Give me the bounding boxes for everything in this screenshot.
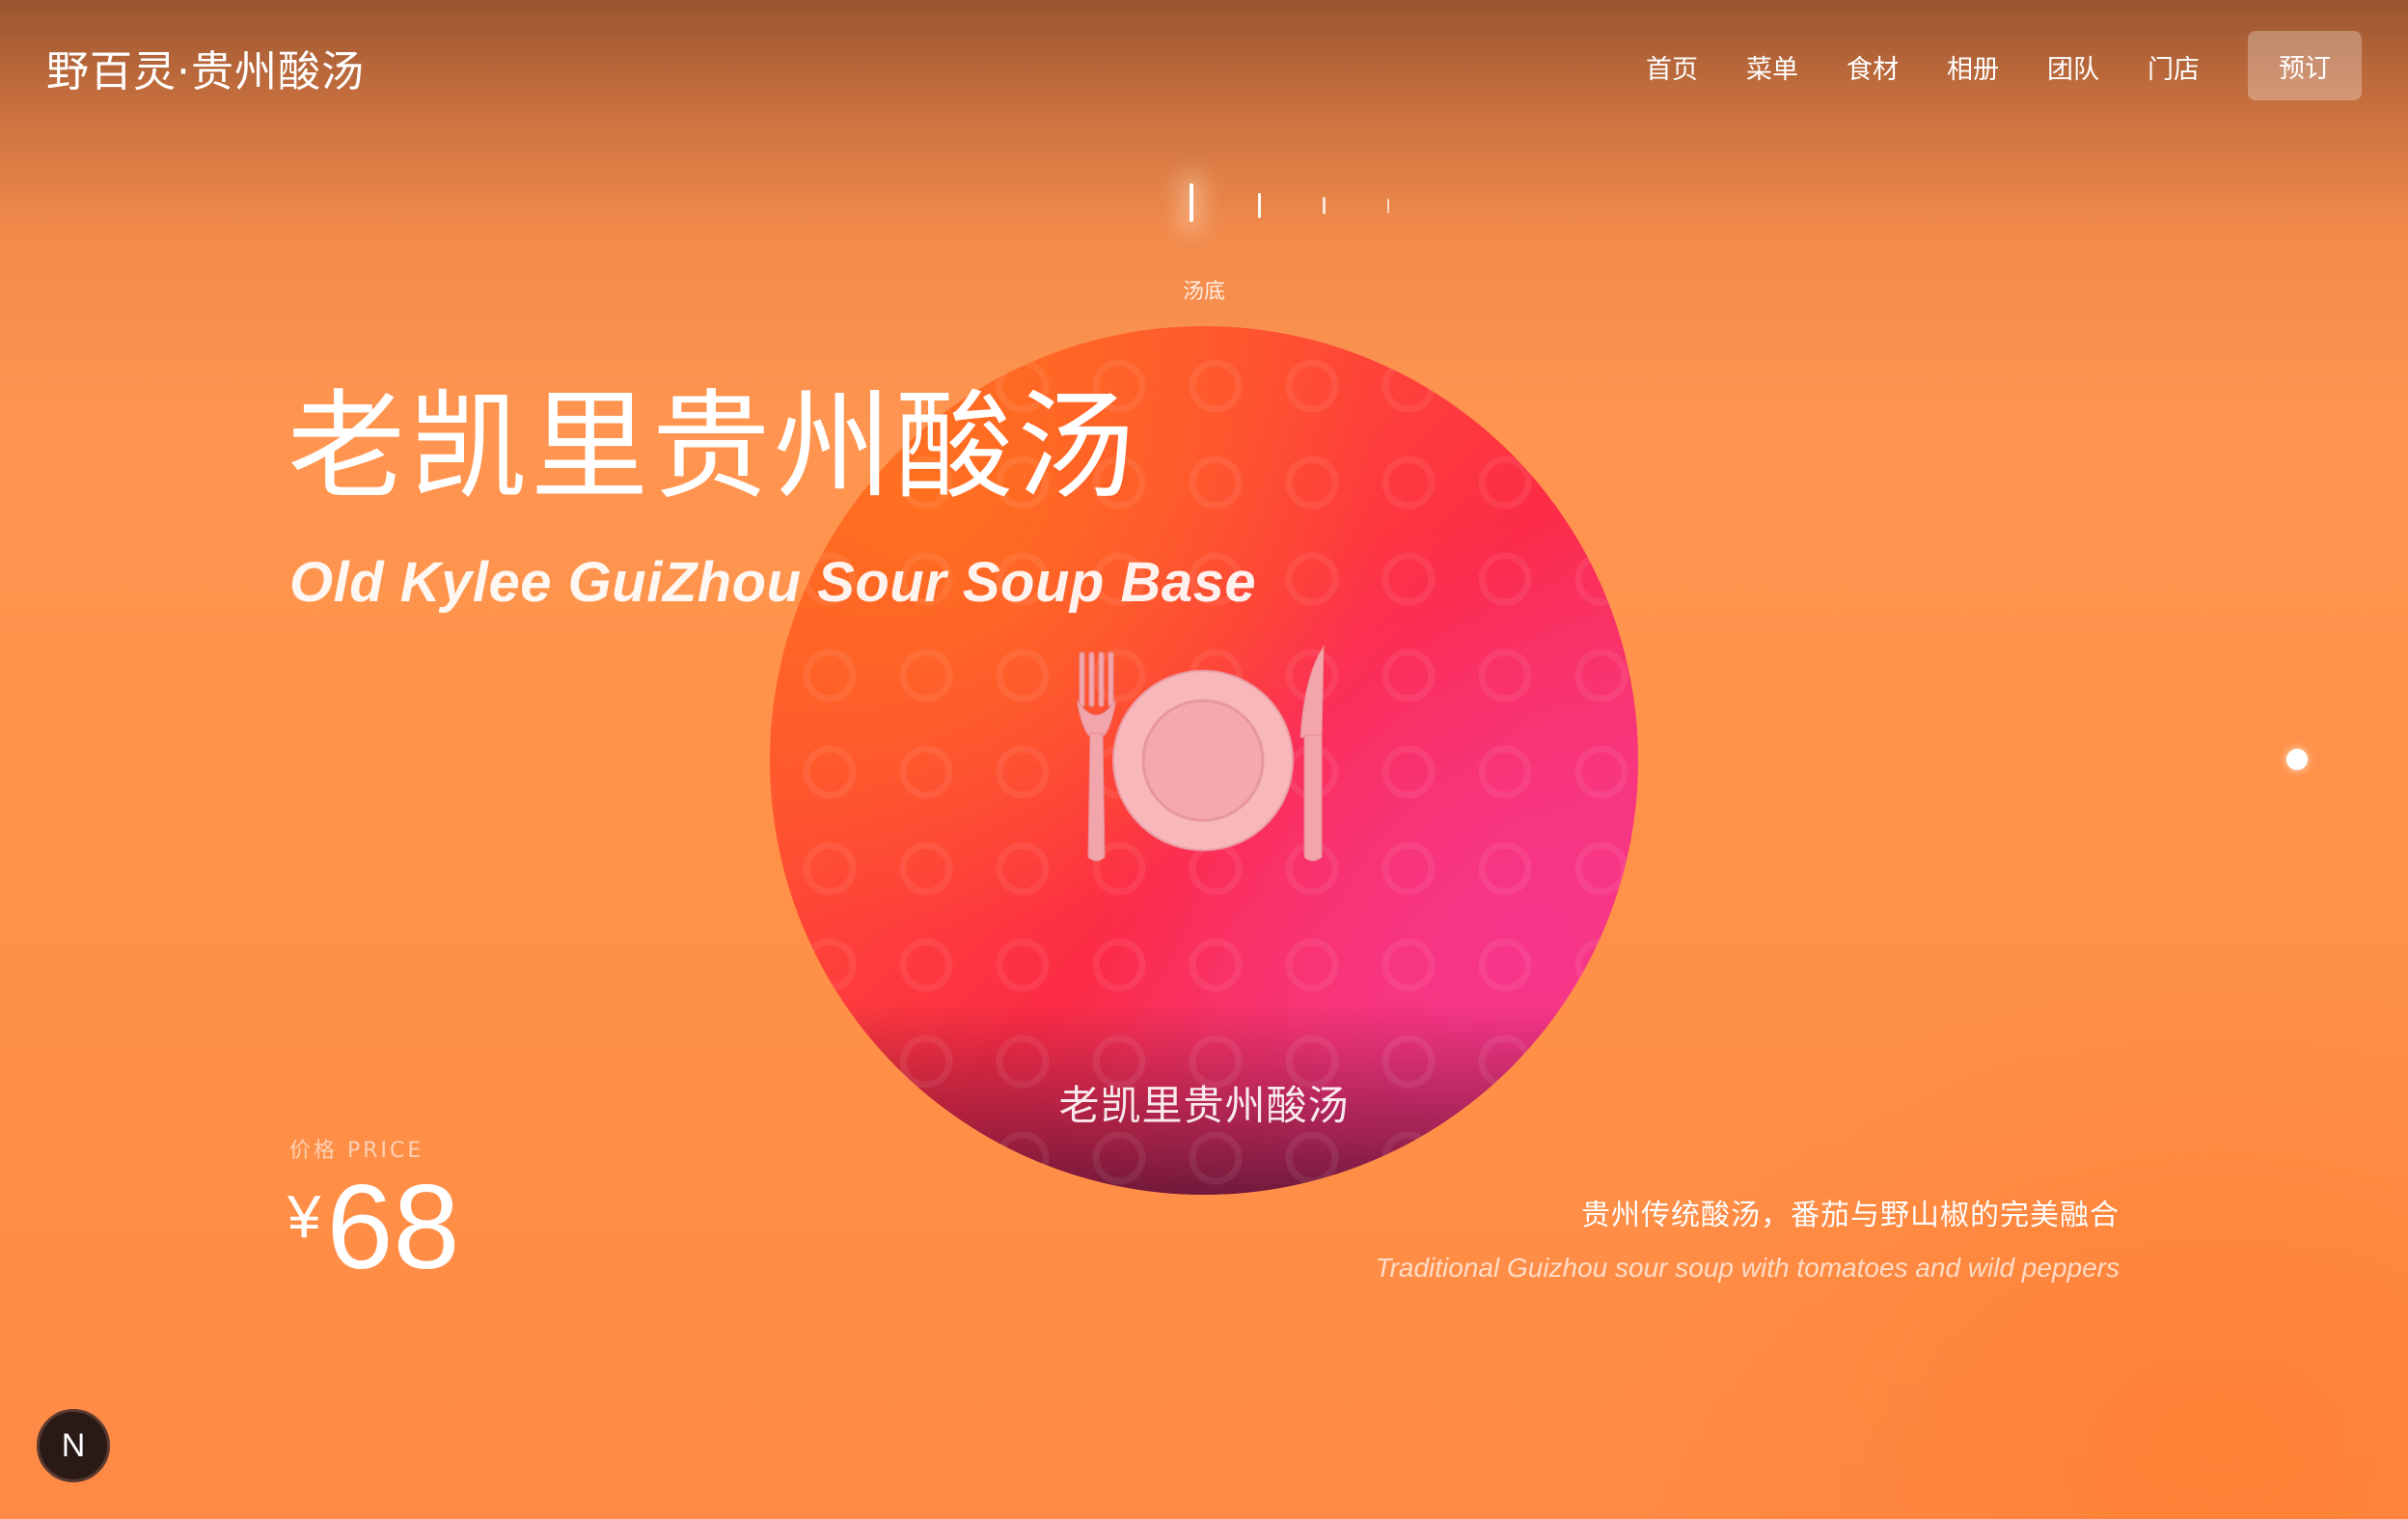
side-nav-dot[interactable]: [2286, 749, 2308, 770]
plate-fork-knife-icon: [1077, 645, 1325, 862]
dish-title-cn: 老凯里贵州酸汤: [287, 378, 1138, 515]
nav-item-home[interactable]: 首页: [1646, 48, 1698, 86]
badge-letter: N: [61, 1426, 86, 1464]
nav-item-ingredients[interactable]: 食材: [1847, 48, 1899, 86]
carousel-tick[interactable]: [1323, 197, 1326, 214]
site-logo[interactable]: 野百灵·贵州酸汤: [46, 37, 365, 98]
carousel-indicator: [1185, 180, 1397, 230]
carousel-active-label: 汤底: [1182, 280, 1225, 304]
dish-title-en: Old Kylee GuiZhou Sour Soup Base: [289, 551, 1257, 614]
carousel-tick[interactable]: [1387, 199, 1389, 213]
price-label: 价格 PRICE: [289, 1139, 424, 1163]
reserve-button[interactable]: 预订: [2248, 31, 2362, 100]
carousel-tick[interactable]: [1258, 193, 1261, 218]
dish-description-cn: 贵州传统酸汤，番茄与野山椒的完美融合: [1581, 1199, 2120, 1232]
price: ¥ 68: [287, 1168, 459, 1287]
dish-caption: 老凯里贵州酸汤: [1058, 1082, 1350, 1129]
nav-item-gallery[interactable]: 相册: [1947, 48, 1999, 86]
nav-item-stores[interactable]: 门店: [2148, 48, 2200, 86]
main-nav: 首页 菜单 食材 相册 团队 门店: [1646, 48, 2200, 86]
nav-item-menu[interactable]: 菜单: [1746, 48, 1798, 86]
dev-tools-badge[interactable]: N: [37, 1409, 110, 1482]
carousel-tick-active[interactable]: [1190, 183, 1193, 222]
price-currency: ¥: [287, 1184, 321, 1251]
price-value: 68: [326, 1161, 460, 1294]
nav-item-team[interactable]: 团队: [2047, 48, 2099, 86]
dish-description-en: Traditional Guizhou sour soup with tomat…: [1375, 1253, 2120, 1283]
